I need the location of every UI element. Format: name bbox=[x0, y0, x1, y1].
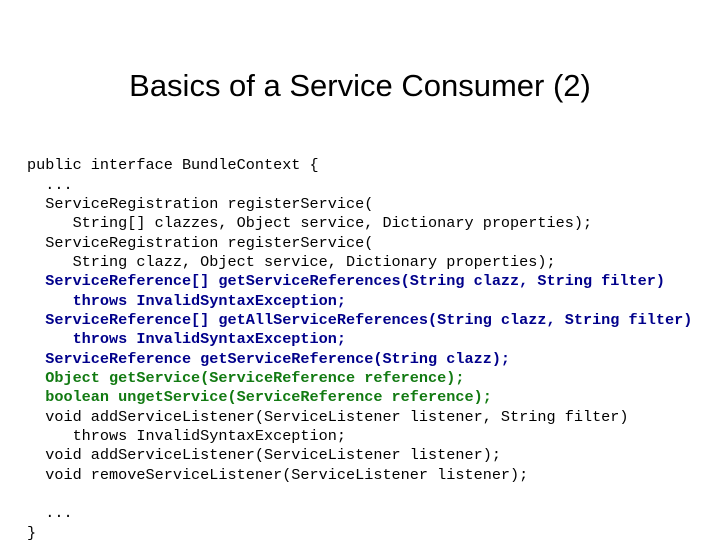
code-line: ServiceReference[] getServiceReferences(… bbox=[27, 272, 665, 291]
code-line: ... bbox=[27, 504, 73, 523]
code-line: ServiceRegistration registerService( bbox=[27, 233, 374, 252]
code-line: void addServiceListener(ServiceListener … bbox=[27, 407, 629, 426]
code-line: String clazz, Object service, Dictionary… bbox=[27, 252, 556, 271]
code-line: boolean ungetService(ServiceReference re… bbox=[27, 388, 492, 407]
slide-canvas: Basics of a Service Consumer (2) public … bbox=[0, 0, 720, 540]
code-line: ServiceRegistration registerService( bbox=[27, 194, 374, 213]
code-line: Object getService(ServiceReference refer… bbox=[27, 368, 465, 387]
code-line: ServiceReference[] getAllServiceReferenc… bbox=[27, 310, 693, 329]
code-block: public interface BundleContext { ... Ser… bbox=[27, 156, 720, 540]
code-line: public interface BundleContext { bbox=[27, 156, 319, 175]
code-line: ... bbox=[27, 175, 73, 194]
code-line: } bbox=[27, 523, 37, 540]
page-title: Basics of a Service Consumer (2) bbox=[129, 67, 591, 103]
code-line: void removeServiceListener(ServiceListen… bbox=[27, 465, 529, 484]
code-line: void addServiceListener(ServiceListener … bbox=[27, 446, 501, 465]
code-line: throws InvalidSyntaxException; bbox=[27, 427, 346, 445]
code-line: String[] clazzes, Object service, Dictio… bbox=[27, 214, 593, 233]
code-line: ServiceReference getServiceReference(Str… bbox=[27, 349, 511, 368]
code-line: throws InvalidSyntaxException; bbox=[27, 330, 346, 349]
code-line: throws InvalidSyntaxException; bbox=[27, 291, 346, 310]
